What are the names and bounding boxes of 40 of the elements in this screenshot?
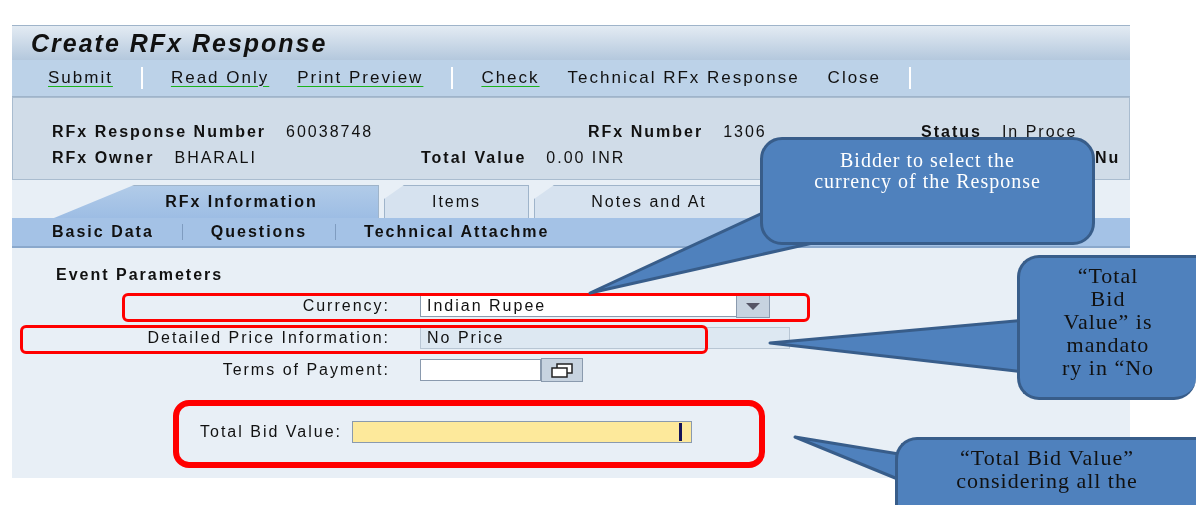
field-value: BHARALI xyxy=(174,149,257,167)
toolbar-link[interactable]: Read Only xyxy=(170,68,270,88)
field-label: Total Value xyxy=(421,149,527,167)
input-field[interactable] xyxy=(420,359,541,381)
window-title: Create RFx Response xyxy=(31,28,328,58)
field-label: Nu xyxy=(1095,149,1121,167)
toolbar-link[interactable]: Check xyxy=(481,68,540,88)
field-value: In Proce xyxy=(1001,123,1078,141)
subtab-link[interactable]: Technical Attachme xyxy=(364,223,550,241)
toolbar-link[interactable]: Technical RFx Response xyxy=(567,68,800,88)
field-label: Status xyxy=(921,123,982,141)
field-label: Detailed Price Information: xyxy=(146,328,390,348)
field-label: RFx Owner xyxy=(52,149,155,167)
tab[interactable]: Items xyxy=(384,185,529,218)
field-label: Terms of Payment: xyxy=(221,360,390,380)
subtab-link[interactable]: Questions xyxy=(210,223,308,241)
text-cursor xyxy=(679,423,682,441)
toolbar-link[interactable]: Print Preview xyxy=(297,68,424,88)
field-value: 0.00 INR xyxy=(546,149,626,167)
input-field[interactable] xyxy=(352,421,692,443)
field-value: 1306 xyxy=(723,123,767,141)
subtab-link[interactable]: Basic Data xyxy=(52,223,154,241)
caret-icon xyxy=(746,302,760,310)
tab[interactable]: RFx Information xyxy=(54,185,379,218)
currency-dropdown[interactable]: Indian Rupee xyxy=(420,295,736,317)
dropdown-button[interactable] xyxy=(736,294,770,318)
toolbar-link[interactable]: Submit xyxy=(48,68,113,88)
field-value: 60038748 xyxy=(286,123,374,141)
section-title: Event Parameters xyxy=(56,266,224,284)
field-label: Currency: xyxy=(301,296,390,316)
field-label: RFx Response Number xyxy=(52,123,267,141)
readonly-field: No Price xyxy=(420,327,790,349)
callout-text: Bidder to select the currency of the Response xyxy=(813,150,1042,195)
callout-text: “Total Bid Value” is mandato ry in “No xyxy=(1060,264,1156,383)
field-label: Total Bid Value: xyxy=(200,422,342,442)
value-help-button[interactable] xyxy=(541,358,583,382)
copy-icon xyxy=(551,362,573,378)
field-label: RFx Number xyxy=(588,123,704,141)
callout-text: “Total Bid Value” considering all the xyxy=(955,446,1139,496)
toolbar-link[interactable]: Close xyxy=(827,68,882,88)
